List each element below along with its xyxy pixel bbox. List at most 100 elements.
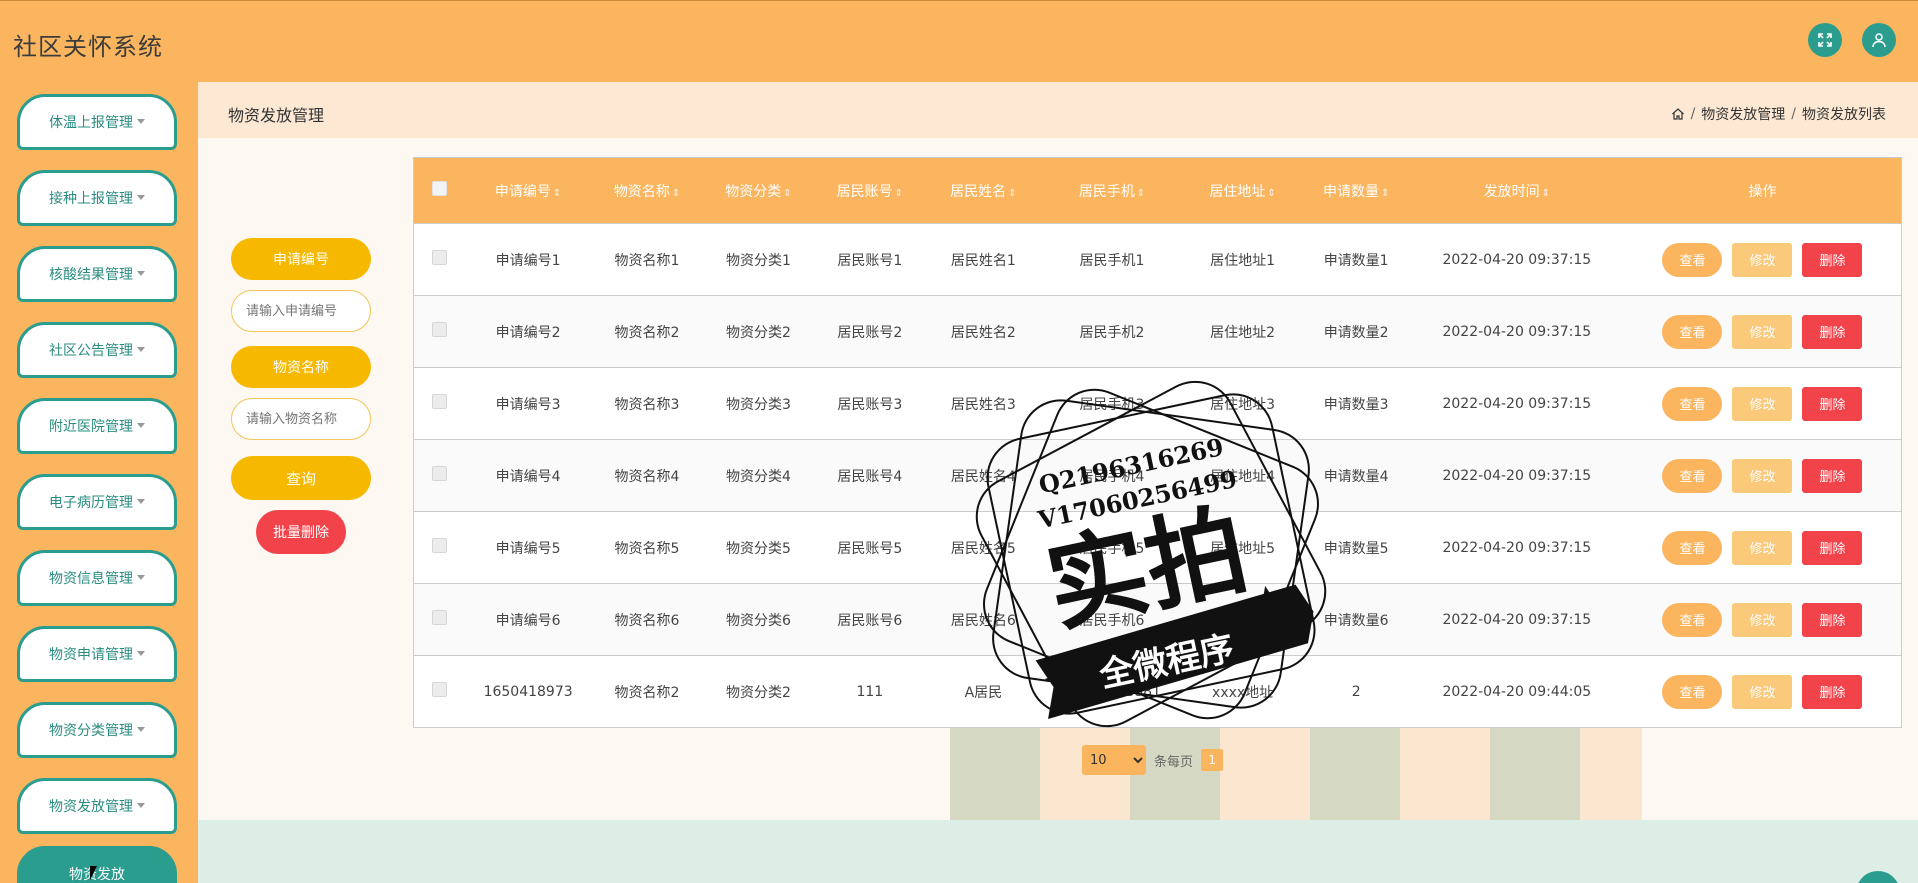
edit-button[interactable]: 修改	[1732, 458, 1793, 493]
user-button[interactable]	[1862, 23, 1896, 57]
supply-name-input[interactable]	[231, 398, 371, 440]
page-size-select[interactable]: 102050100	[1082, 745, 1146, 775]
table-cell: A居民	[964, 684, 1003, 701]
app-title: 社区关怀系统	[13, 33, 163, 61]
sidebar-item-supply-categories[interactable]: 物资分类管理	[17, 702, 177, 758]
application-number-input[interactable]	[231, 290, 371, 332]
view-button[interactable]: 查看	[1662, 314, 1723, 349]
column-header[interactable]: 申请数量 ⇕	[1303, 158, 1410, 224]
delete-button[interactable]: 删除	[1802, 674, 1863, 709]
row-select-cell	[414, 512, 465, 584]
column-header[interactable]: 物资名称 ⇕	[591, 158, 702, 224]
row-select-cell	[414, 368, 465, 440]
table-cell: 申请数量5	[1323, 540, 1389, 557]
breadcrumb-separator: /	[1791, 106, 1796, 122]
sort-icon[interactable]: ⇕	[1267, 188, 1275, 199]
sort-icon[interactable]: ⇕	[1008, 188, 1016, 199]
sidebar-subitem-distribution[interactable]: 物资发放	[17, 846, 177, 883]
sidebar-item-label: 体温上报管理	[49, 115, 133, 131]
sort-icon[interactable]: ⇕	[783, 188, 791, 199]
sort-icon[interactable]: ⇕	[1542, 188, 1550, 199]
sidebar-item-supply-requests[interactable]: 物资申请管理	[17, 626, 177, 682]
page-number-button[interactable]: 1	[1201, 749, 1224, 771]
view-button[interactable]: 查看	[1662, 242, 1723, 277]
sidebar-item-label: 接种上报管理	[49, 191, 133, 207]
sidebar-item-announcements[interactable]: 社区公告管理	[17, 322, 177, 378]
view-button[interactable]: 查看	[1662, 674, 1723, 709]
delete-button[interactable]: 删除	[1802, 386, 1863, 421]
fullscreen-button[interactable]	[1808, 23, 1842, 57]
column-header[interactable]: 居民手机 ⇕	[1041, 158, 1182, 224]
sidebar-item-temperature[interactable]: 体温上报管理	[17, 94, 177, 150]
edit-button[interactable]: 修改	[1732, 674, 1793, 709]
column-header[interactable]: 居民账号 ⇕	[814, 158, 925, 224]
table-body: 申请编号1 物资名称1 物资分类1 居民账号1 居民姓名1 居民手机1 居住地址1 申请数量1…	[413, 223, 1902, 728]
sidebar-item-supplies-info[interactable]: 物资信息管理	[17, 550, 177, 606]
table-row[interactable]: 1650418973 物资名称2 物资分类2 111 A居民 13823888881 xxx…	[413, 655, 1902, 728]
table-row[interactable]: 申请编号3 物资名称3 物资分类3 居民账号3 居民姓名3 居民手机3 居住地址3 申请数量3…	[413, 367, 1902, 440]
table-header-row: 申请编号 ⇕ 物资名称 ⇕ 物资分类 ⇕ 居民账号 ⇕ 居民姓名 ⇕ 居民手机 ⇕ 居住地址…	[413, 157, 1902, 224]
sidebar-item-hospitals[interactable]: 附近医院管理	[17, 398, 177, 454]
row-checkbox[interactable]	[431, 466, 447, 481]
delete-button[interactable]: 删除	[1802, 602, 1863, 637]
sidebar-item-label: 物资申请管理	[49, 647, 133, 663]
column-header[interactable]: 居住地址 ⇕	[1183, 158, 1303, 224]
edit-button[interactable]: 修改	[1732, 530, 1793, 565]
breadcrumb-item[interactable]: 物资发放管理	[1701, 104, 1785, 124]
sort-icon[interactable]: ⇕	[553, 188, 561, 199]
delete-button[interactable]: 删除	[1802, 314, 1863, 349]
caret-down-icon	[137, 650, 145, 656]
caret-down-icon	[137, 270, 145, 276]
batch-delete-button[interactable]: 批量删除	[256, 510, 346, 554]
sidebar-subitem-label: 物资发放	[69, 867, 125, 883]
select-all-cell	[414, 158, 465, 224]
table-cell: 居民姓名3	[950, 396, 1016, 413]
edit-button[interactable]: 修改	[1732, 386, 1793, 421]
column-header[interactable]: 申请编号 ⇕	[465, 158, 591, 224]
view-button[interactable]: 查看	[1662, 386, 1723, 421]
view-button[interactable]: 查看	[1662, 530, 1723, 565]
sidebar-item-vaccination[interactable]: 接种上报管理	[17, 170, 177, 226]
table-row[interactable]: 申请编号1 物资名称1 物资分类1 居民账号1 居民姓名1 居民手机1 居住地址1 申请数量1…	[413, 223, 1902, 296]
sort-icon[interactable]: ⇕	[672, 188, 680, 199]
table-cell: 申请数量1	[1323, 252, 1389, 269]
sidebar-item-label: 物资发放管理	[49, 799, 133, 815]
mouse-cursor-icon	[90, 866, 97, 880]
table-cell: 2022-04-20 09:44:05	[1442, 683, 1592, 700]
view-button[interactable]: 查看	[1662, 602, 1723, 637]
table-row[interactable]: 申请编号2 物资名称2 物资分类2 居民账号2 居民姓名2 居民手机2 居住地址2 申请数量2…	[413, 295, 1902, 368]
table-cell: 居民账号2	[837, 324, 903, 341]
delete-button[interactable]: 删除	[1802, 530, 1863, 565]
table-cell: 居民手机2	[1079, 324, 1145, 341]
table-row[interactable]: 申请编号4 物资名称4 物资分类4 居民账号4 居民姓名4 居民手机4 居住地址4 申请数量4…	[413, 439, 1902, 512]
row-checkbox[interactable]	[431, 322, 447, 337]
edit-button[interactable]: 修改	[1732, 242, 1793, 277]
row-checkbox[interactable]	[431, 250, 447, 265]
delete-button[interactable]: 删除	[1802, 242, 1863, 277]
sort-icon[interactable]: ⇕	[895, 188, 903, 199]
table-cell: 居民姓名6	[950, 612, 1016, 629]
select-all-checkbox[interactable]	[431, 181, 447, 196]
table-row[interactable]: 申请编号5 物资名称5 物资分类5 居民账号5 居民姓名5 居民手机5 居住地址5 申请数量5…	[413, 511, 1902, 584]
sidebar-item-label: 附近医院管理	[49, 419, 133, 435]
row-checkbox[interactable]	[431, 538, 447, 553]
row-checkbox[interactable]	[431, 610, 447, 625]
main-content: 物资发放管理 / 物资发放管理 / 物资发放列表 申请编号 物资名称 查询 批量…	[198, 82, 1918, 883]
query-button[interactable]: 查询	[231, 456, 371, 500]
sort-icon[interactable]: ⇕	[1381, 188, 1389, 199]
row-checkbox[interactable]	[431, 682, 447, 697]
sidebar-item-nucleic-results[interactable]: 核酸结果管理	[17, 246, 177, 302]
sort-icon[interactable]: ⇕	[1137, 188, 1145, 199]
sidebar-item-medical-records[interactable]: 电子病历管理	[17, 474, 177, 530]
home-icon[interactable]	[1671, 107, 1685, 121]
edit-button[interactable]: 修改	[1732, 314, 1793, 349]
delete-button[interactable]: 删除	[1802, 458, 1863, 493]
edit-button[interactable]: 修改	[1732, 602, 1793, 637]
column-header[interactable]: 物资分类 ⇕	[703, 158, 814, 224]
column-header[interactable]: 发放时间 ⇕	[1410, 158, 1624, 224]
row-checkbox[interactable]	[431, 394, 447, 409]
view-button[interactable]: 查看	[1662, 458, 1723, 493]
column-header[interactable]: 居民姓名 ⇕	[926, 158, 1042, 224]
table-row[interactable]: 申请编号6 物资名称6 物资分类6 居民账号6 居民姓名6 居民手机6 居住地址6 申请数量6…	[413, 583, 1902, 656]
sidebar-item-supply-distribution[interactable]: 物资发放管理	[17, 778, 177, 834]
